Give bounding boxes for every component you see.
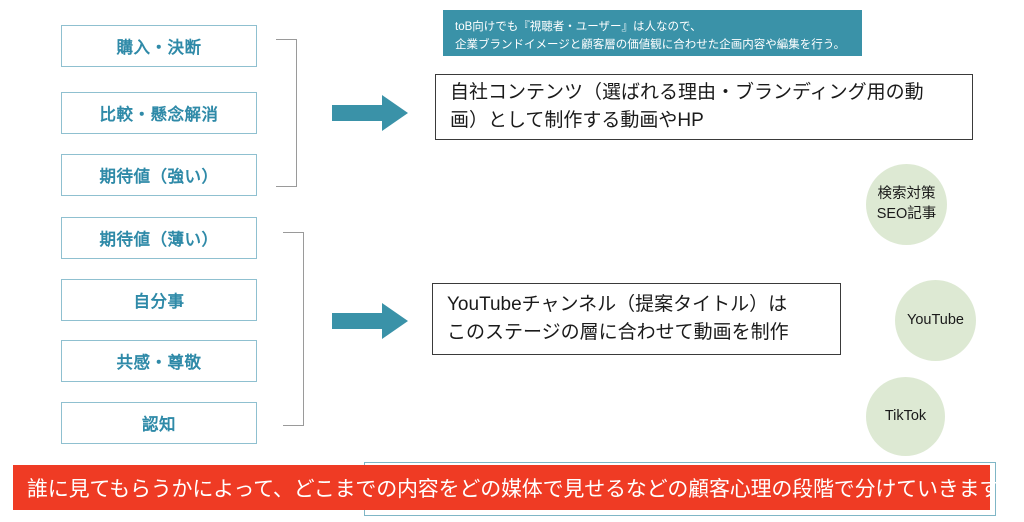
content-box-owned-media[interactable]: 自社コンテンツ（選ばれる理由・ブランディング用の動 画）として制作する動画やHP [435, 74, 973, 140]
stage-box-expectation-weak[interactable]: 期待値（薄い） [61, 217, 257, 259]
teal-banner-line-1: toB向けでも『視聴者・ユーザー』は人なので、 [455, 21, 702, 33]
content-box-youtube-channel[interactable]: YouTubeチャンネル（提案タイトル）は このステージの層に合わせて動画を制作 [432, 283, 841, 355]
circle-line-1: 検索対策 [877, 185, 936, 202]
stage-box-comparison[interactable]: 比較・懸念解消 [61, 92, 257, 134]
stage-label: 期待値（薄い） [99, 231, 219, 249]
stage-box-self-relevance[interactable]: 自分事 [61, 279, 257, 321]
stage-label: 共感・尊敬 [116, 354, 202, 372]
stage-box-awareness[interactable]: 認知 [61, 402, 257, 444]
content-line-1: YouTubeチャンネル（提案タイトル）は [447, 293, 788, 315]
content-line-2: 画）として制作する動画やHP [450, 110, 704, 131]
content-line-2: このステージの層に合わせて動画を制作 [447, 322, 789, 343]
circle-line-1: TikTok [884, 407, 927, 424]
teal-note-banner: toB向けでも『視聴者・ユーザー』は人なので、 企業ブランドイメージと顧客層の価… [443, 10, 862, 56]
channel-circle-youtube[interactable]: YouTube [895, 280, 976, 361]
stage-label: 比較・懸念解消 [99, 106, 219, 124]
channel-circle-tiktok[interactable]: TikTok [866, 377, 945, 456]
stage-box-empathy-respect[interactable]: 共感・尊敬 [61, 340, 257, 382]
arrow-to-lower-content [332, 302, 408, 340]
stage-label: 期待値（強い） [99, 168, 219, 186]
teal-banner-line-2: 企業ブランドイメージと顧客層の価値観に合わせた企画内容や編集を行う。 [455, 38, 846, 51]
stage-box-purchase[interactable]: 購入・決断 [61, 25, 257, 67]
stage-label: 購入・決断 [116, 39, 202, 57]
circle-line-2: SEO記事 [876, 205, 937, 222]
stage-box-expectation-strong[interactable]: 期待値（強い） [61, 154, 257, 196]
red-banner-text: 誰に見てもらうかによって、どこまでの内容をどの媒体で見せるなどの顧客心理の段階で… [27, 477, 1001, 501]
bracket-lower-group [283, 232, 304, 426]
circle-line-1: YouTube [907, 311, 964, 328]
slide-canvas: 購入・決断 比較・懸念解消 期待値（強い） 期待値（薄い） 自分事 共感・尊敬 … [0, 0, 1024, 522]
summary-red-banner: 誰に見てもらうかによって、どこまでの内容をどの媒体で見せるなどの顧客心理の段階で… [13, 465, 1000, 510]
channel-circle-seo[interactable]: 検索対策 SEO記事 [866, 164, 947, 245]
bracket-upper-group [276, 39, 297, 187]
arrow-to-upper-content [332, 94, 408, 132]
stage-label: 自分事 [133, 293, 185, 311]
stage-label: 認知 [142, 416, 176, 434]
content-line-1: 自社コンテンツ（選ばれる理由・ブランディング用の動 [450, 81, 924, 103]
